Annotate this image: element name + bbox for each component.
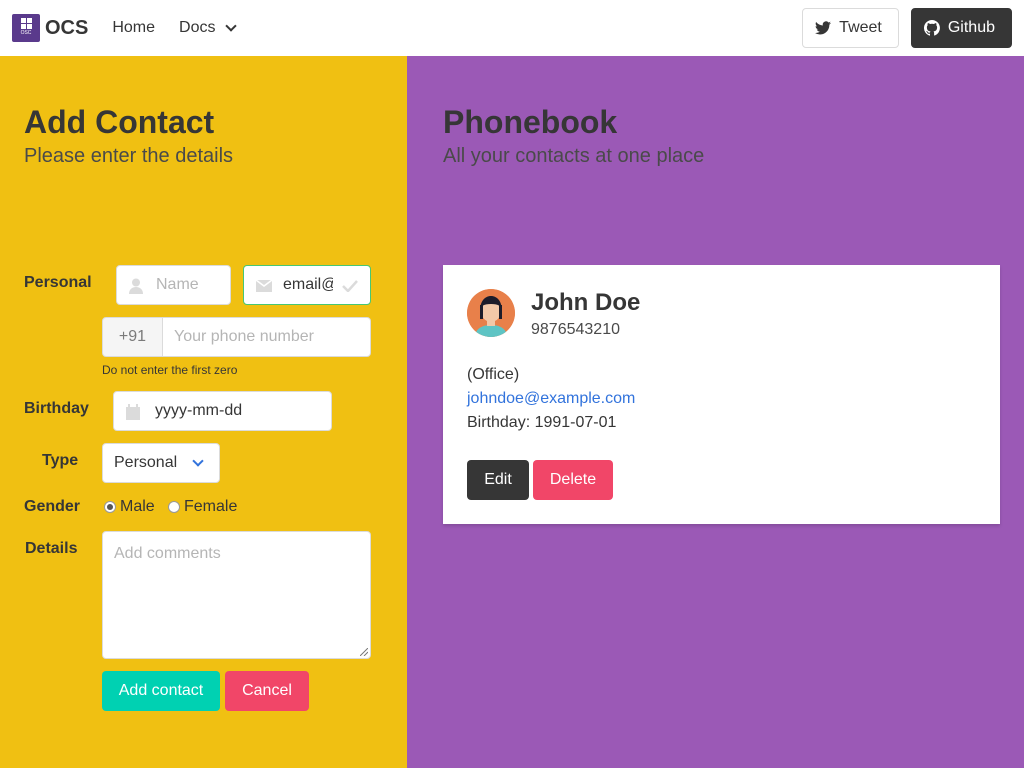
github-icon <box>923 20 940 36</box>
contact-card: John Doe 9876543210 (Office) johndoe@exa… <box>443 265 1000 524</box>
phone-help-text: Do not enter the first zero <box>102 363 238 377</box>
nav-home-link[interactable]: Home <box>112 19 155 37</box>
radio-female-indicator[interactable] <box>168 501 180 513</box>
phone-prefix: +91 <box>102 317 163 357</box>
github-label: Github <box>947 19 995 36</box>
edit-contact-button[interactable]: Edit <box>467 460 529 500</box>
gender-male-label: Male <box>120 498 155 515</box>
phone-input[interactable]: Your phone number <box>162 317 371 357</box>
navbar: OSC OCS Home Docs Tweet Github <box>0 0 1024 56</box>
phone-placeholder: Your phone number <box>174 328 314 345</box>
type-label: Type <box>42 452 79 469</box>
birthday-label: Birthday <box>24 400 89 417</box>
brand-name: OCS <box>45 16 89 39</box>
contact-type: (Office) <box>467 366 520 383</box>
brand-logo-text: OSC <box>20 30 32 36</box>
contact-birthday: Birthday: 1991-07-01 <box>467 414 617 431</box>
contact-name: John Doe <box>531 289 641 316</box>
birthday-placeholder: yyyy-mm-dd <box>155 402 243 419</box>
radio-male-indicator[interactable] <box>104 501 116 513</box>
resize-handle-icon[interactable] <box>360 648 368 656</box>
personal-label: Personal <box>24 274 92 291</box>
check-icon <box>342 280 358 292</box>
brand[interactable]: OSC OCS <box>12 14 88 42</box>
avatar-person-icon <box>467 289 515 337</box>
gender-female-label: Female <box>184 498 238 515</box>
avatar <box>467 289 515 337</box>
add-contact-title: Add Contact <box>24 104 215 140</box>
contact-phone: 9876543210 <box>531 321 620 338</box>
email-value: email@ <box>283 276 333 293</box>
user-icon <box>129 278 143 294</box>
details-label: Details <box>25 540 78 557</box>
phonebook-subtitle: All your contacts at one place <box>443 145 705 167</box>
details-placeholder: Add comments <box>114 545 221 562</box>
add-contact-panel: Add Contact Please enter the details Per… <box>0 56 407 768</box>
type-select[interactable]: Personal <box>102 443 220 483</box>
gender-radio-male[interactable]: Male <box>104 498 155 516</box>
add-contact-subtitle: Please enter the details <box>24 145 234 167</box>
details-textarea[interactable]: Add comments <box>102 531 371 659</box>
tweet-button[interactable]: Tweet <box>802 8 899 48</box>
brand-logo-icon: OSC <box>12 14 40 42</box>
phonebook-panel: Phonebook All your contacts at one place… <box>407 56 1024 768</box>
add-contact-button[interactable]: Add contact <box>102 671 220 711</box>
envelope-icon <box>256 280 272 292</box>
delete-contact-button[interactable]: Delete <box>533 460 613 500</box>
type-selected-value: Personal <box>114 454 178 471</box>
email-input[interactable]: email@ <box>243 265 371 305</box>
birthday-input[interactable]: yyyy-mm-dd <box>113 391 332 431</box>
chevron-down-icon <box>192 455 204 467</box>
twitter-icon <box>815 21 832 35</box>
cancel-button[interactable]: Cancel <box>225 671 309 711</box>
gender-label: Gender <box>24 498 81 515</box>
chevron-down-icon <box>225 20 238 32</box>
name-placeholder: Name <box>156 276 199 293</box>
calendar-icon <box>126 404 140 420</box>
nav-docs-dropdown[interactable]: Docs <box>179 19 238 37</box>
contact-email-link[interactable]: johndoe@example.com <box>467 390 635 408</box>
nav-docs-label: Docs <box>179 19 216 36</box>
gender-radio-female[interactable]: Female <box>168 498 237 516</box>
phonebook-title: Phonebook <box>443 104 618 140</box>
name-input[interactable]: Name <box>116 265 231 305</box>
github-button[interactable]: Github <box>910 8 1012 48</box>
tweet-label: Tweet <box>839 19 882 36</box>
